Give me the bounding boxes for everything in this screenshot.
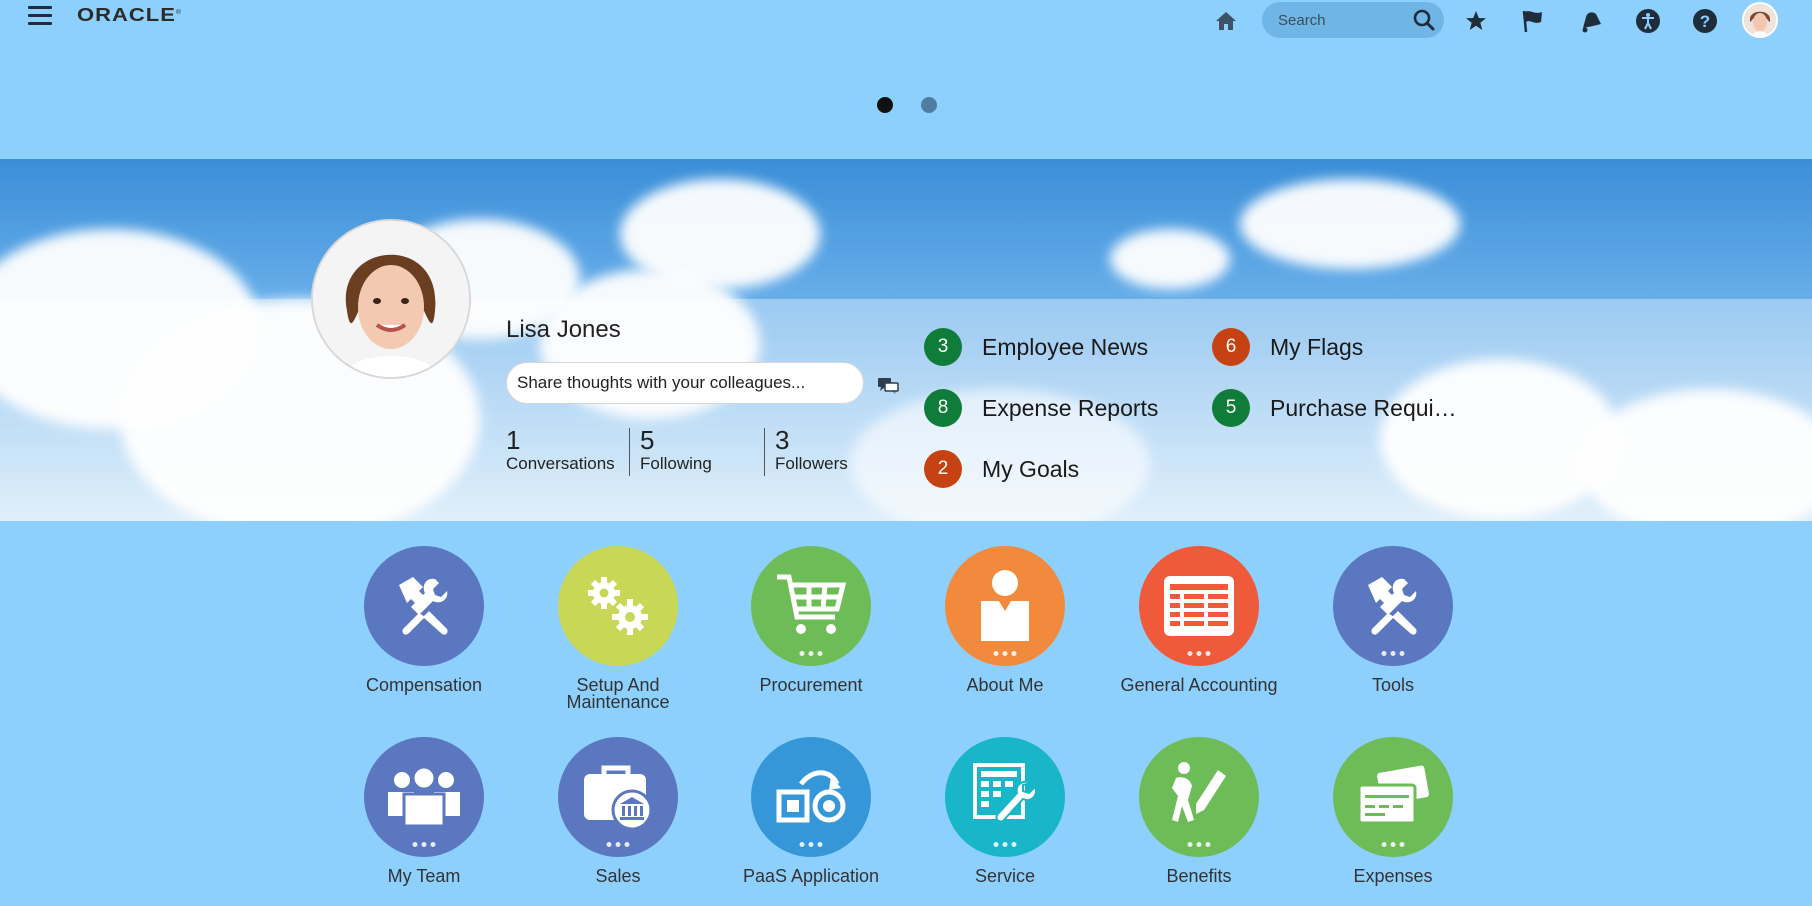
gears-icon <box>558 546 678 666</box>
profile-banner <box>0 159 1812 521</box>
app-my-team[interactable]: My Team <box>329 737 519 885</box>
carousel-dot-2[interactable] <box>921 97 937 113</box>
user-avatar[interactable] <box>1742 2 1778 38</box>
benefits-icon <box>1139 737 1259 857</box>
app-label: Sales <box>595 866 641 886</box>
notification-purchase-requisitions[interactable]: 5 Purchase Requi… <box>1212 389 1457 427</box>
notification-expense-reports[interactable]: 8 Expense Reports <box>924 389 1158 427</box>
count-badge: 2 <box>924 450 962 488</box>
stat-value: 3 <box>775 425 790 455</box>
stat-label: Conversations <box>506 454 615 473</box>
app-compensation[interactable]: Compensation <box>329 546 519 694</box>
app-setup-and-maintenance[interactable]: Setup And Maintenance <box>523 546 713 711</box>
notification-label: Employee News <box>982 333 1149 360</box>
stat-value: 1 <box>506 425 521 455</box>
logo-text: ORACLE <box>77 3 176 26</box>
shopping-cart-icon <box>751 546 871 666</box>
app-label: Tools <box>1371 675 1415 695</box>
accessibility-icon[interactable] <box>1633 6 1663 36</box>
menu-icon[interactable] <box>28 6 52 26</box>
notification-label: Expense Reports <box>982 394 1159 421</box>
stat-label: Following <box>640 454 712 473</box>
app-label: About Me <box>966 675 1044 695</box>
app-label: My Team <box>387 866 461 886</box>
favorites-star-icon[interactable] <box>1461 6 1491 36</box>
count-badge: 5 <box>1212 389 1250 427</box>
user-name: Lisa Jones <box>506 316 621 343</box>
notification-label: My Flags <box>1270 333 1364 360</box>
conversation-icon[interactable] <box>877 376 899 396</box>
notification-label: Purchase Requi… <box>1270 394 1457 421</box>
paas-icon <box>751 737 871 857</box>
app-label: Service <box>974 866 1036 886</box>
search-icon[interactable] <box>1412 8 1436 37</box>
search-input[interactable] <box>1262 11 1402 29</box>
service-icon <box>945 737 1065 857</box>
help-icon[interactable]: ? <box>1690 6 1720 36</box>
app-label: Setup And Maintenance <box>566 675 670 712</box>
tools-icon <box>364 546 484 666</box>
app-benefits[interactable]: Benefits <box>1104 737 1294 885</box>
global-search <box>1262 2 1444 38</box>
app-label: General Accounting <box>1120 675 1278 695</box>
briefcase-bank-icon <box>558 737 678 857</box>
count-badge: 8 <box>924 389 962 427</box>
carousel-dot-1[interactable] <box>877 97 893 113</box>
stat-divider <box>629 428 630 476</box>
app-label: PaaS Application <box>742 866 880 886</box>
notifications-bell-icon[interactable] <box>1576 6 1606 36</box>
ledger-icon <box>1139 546 1259 666</box>
app-label: Procurement <box>759 675 863 695</box>
stat-following[interactable]: 5 Following <box>640 426 712 474</box>
credit-card-icon <box>1333 737 1453 857</box>
app-label: Compensation <box>365 675 483 695</box>
app-tools[interactable]: Tools <box>1298 546 1488 694</box>
stat-conversations[interactable]: 1 Conversations <box>506 426 615 474</box>
home-icon[interactable] <box>1211 6 1241 36</box>
svg-text:?: ? <box>1700 12 1710 31</box>
count-badge: 6 <box>1212 328 1250 366</box>
app-label: Benefits <box>1166 866 1232 886</box>
notification-my-goals[interactable]: 2 My Goals <box>924 450 1079 488</box>
flag-icon[interactable] <box>1518 6 1548 36</box>
app-expenses[interactable]: Expenses <box>1298 737 1488 885</box>
stat-divider <box>764 428 765 476</box>
app-paas-application[interactable]: PaaS Application <box>716 737 906 885</box>
stat-value: 5 <box>640 425 655 455</box>
person-icon <box>945 546 1065 666</box>
carousel-pagination <box>877 97 937 113</box>
notification-employee-news[interactable]: 3 Employee News <box>924 328 1148 366</box>
top-bar: ORACLE® ? <box>0 0 1812 44</box>
stat-followers[interactable]: 3 Followers <box>775 426 848 474</box>
count-badge: 3 <box>924 328 962 366</box>
app-service[interactable]: Service <box>910 737 1100 885</box>
app-procurement[interactable]: Procurement <box>716 546 906 694</box>
app-about-me[interactable]: About Me <box>910 546 1100 694</box>
profile-photo[interactable] <box>311 219 471 379</box>
app-label: Expenses <box>1353 866 1433 886</box>
oracle-logo[interactable]: ORACLE® <box>77 4 182 26</box>
app-sales[interactable]: Sales <box>523 737 713 885</box>
share-thoughts-input[interactable]: Share thoughts with your colleagues... <box>506 362 864 404</box>
team-icon <box>364 737 484 857</box>
app-general-accounting[interactable]: General Accounting <box>1104 546 1294 694</box>
tools-icon <box>1333 546 1453 666</box>
notification-my-flags[interactable]: 6 My Flags <box>1212 328 1363 366</box>
stat-label: Followers <box>775 454 848 473</box>
notification-label: My Goals <box>982 455 1080 482</box>
